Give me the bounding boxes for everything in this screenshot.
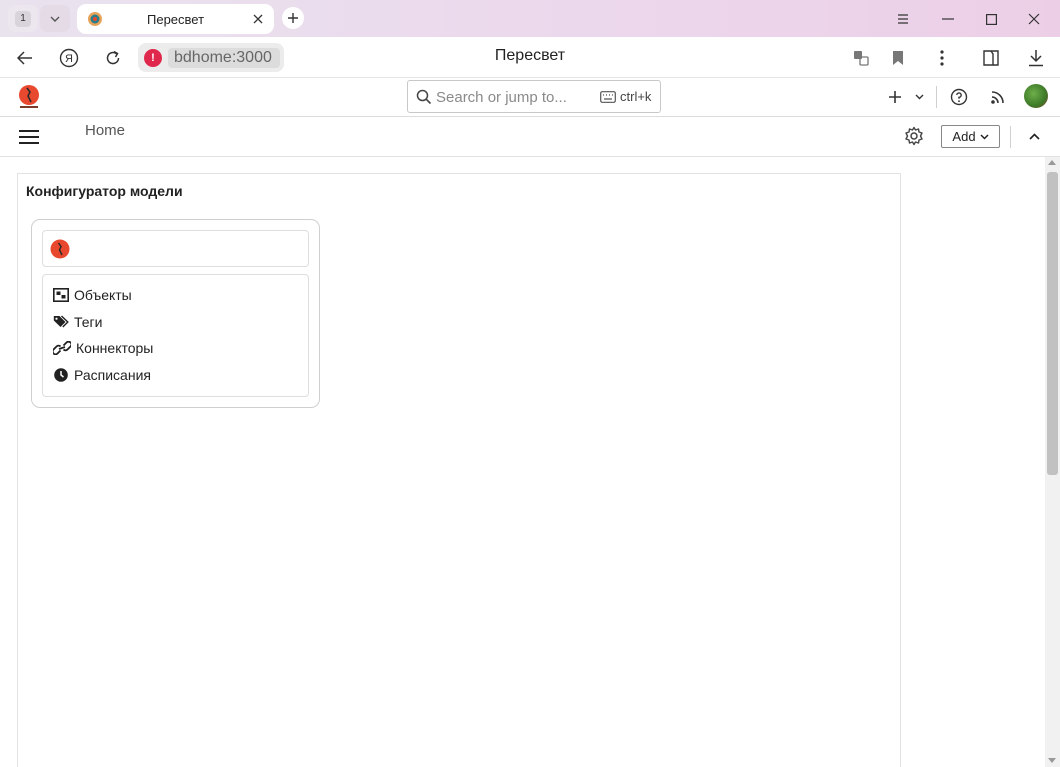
yandex-icon[interactable]: Я [57,46,81,70]
menu-item-label: Объекты [74,287,132,303]
search-box[interactable]: ctrl+k [407,80,661,113]
card-menu: Объекты Теги Коннекторы Расписания [42,274,309,397]
menu-lines-icon[interactable] [892,8,914,30]
tab-count: 1 [15,10,31,27]
keyboard-icon [600,91,616,103]
card-header [42,230,309,267]
add-button[interactable]: Add [941,125,1000,148]
menu-item-label: Теги [74,314,103,330]
gear-icon[interactable] [904,126,924,146]
menu-item-objects[interactable]: Объекты [53,284,132,306]
help-icon[interactable] [948,86,970,108]
tab-title: Пересвет [147,12,205,27]
tab-list-chevron-icon[interactable] [40,5,70,32]
plus-icon [889,91,901,103]
window-close-icon[interactable] [1023,8,1045,30]
menu-item-label: Коннекторы [76,340,154,356]
shortcut-hint: ctrl+k [620,89,652,104]
search-input[interactable] [436,87,586,107]
close-icon[interactable] [248,9,268,29]
app-logo-icon [50,239,70,259]
chevron-up-icon[interactable] [1025,127,1043,145]
collections-icon[interactable] [979,46,1003,70]
more-vertical-icon[interactable] [930,46,954,70]
menu-item-tags[interactable]: Теги [53,311,102,333]
url-host: bdhome:3000 [168,48,280,68]
app-logo-icon[interactable] [17,84,41,110]
menu-item-connectors[interactable]: Коннекторы [53,337,153,359]
app-header: ctrl+k [0,78,1060,117]
scroll-thumb[interactable] [1047,172,1058,475]
url-field[interactable]: ! bdhome:3000 [138,43,284,72]
rss-icon[interactable] [987,86,1009,108]
tab-favicon-icon [88,12,102,26]
main-content: Конфигуратор модели Объекты Теги Коннект… [0,157,1045,767]
reload-icon[interactable] [101,46,125,70]
new-item-dropdown[interactable] [888,86,924,108]
add-button-label: Add [952,129,976,144]
chevron-down-icon [980,133,989,140]
chevron-down-icon [915,94,924,100]
configurator-card: Объекты Теги Коннекторы Расписания [31,219,320,408]
minimize-icon[interactable] [937,8,959,30]
browser-tab[interactable]: Пересвет [77,4,274,34]
breadcrumb[interactable]: Home [85,122,125,139]
download-icon[interactable] [1024,46,1048,70]
objects-icon [53,287,69,303]
link-icon [53,340,71,356]
browser-tab-bar: 1 Пересвет [0,0,1060,37]
avatar[interactable] [1024,84,1048,108]
tags-icon [53,314,69,330]
svg-text:Я: Я [65,53,73,65]
translate-icon[interactable] [849,46,873,70]
back-arrow-icon[interactable] [13,46,37,70]
address-bar: Я ! bdhome:3000 Пересвет [0,37,1060,78]
security-warning-icon[interactable]: ! [144,49,162,67]
panel-title: Конфигуратор модели [26,183,183,199]
tab-count-button[interactable]: 1 [8,5,38,32]
clock-icon [53,367,69,383]
toolbar-divider [1010,126,1011,148]
scroll-up-arrow[interactable] [1048,160,1056,165]
menu-item-schedules[interactable]: Расписания [53,364,151,386]
maximize-icon[interactable] [980,8,1002,30]
scroll-down-arrow[interactable] [1048,758,1056,763]
header-divider [936,86,937,108]
page-toolbar: Home Add [0,117,1060,157]
model-configurator-panel: Конфигуратор модели Объекты Теги Коннект… [17,173,901,767]
new-tab-button[interactable] [282,7,304,29]
hamburger-icon[interactable] [18,129,40,145]
bookmark-icon[interactable] [886,46,910,70]
plus-icon [288,13,298,23]
search-icon [416,89,432,105]
menu-item-label: Расписания [74,367,151,383]
page-scrollbar[interactable] [1045,157,1060,767]
